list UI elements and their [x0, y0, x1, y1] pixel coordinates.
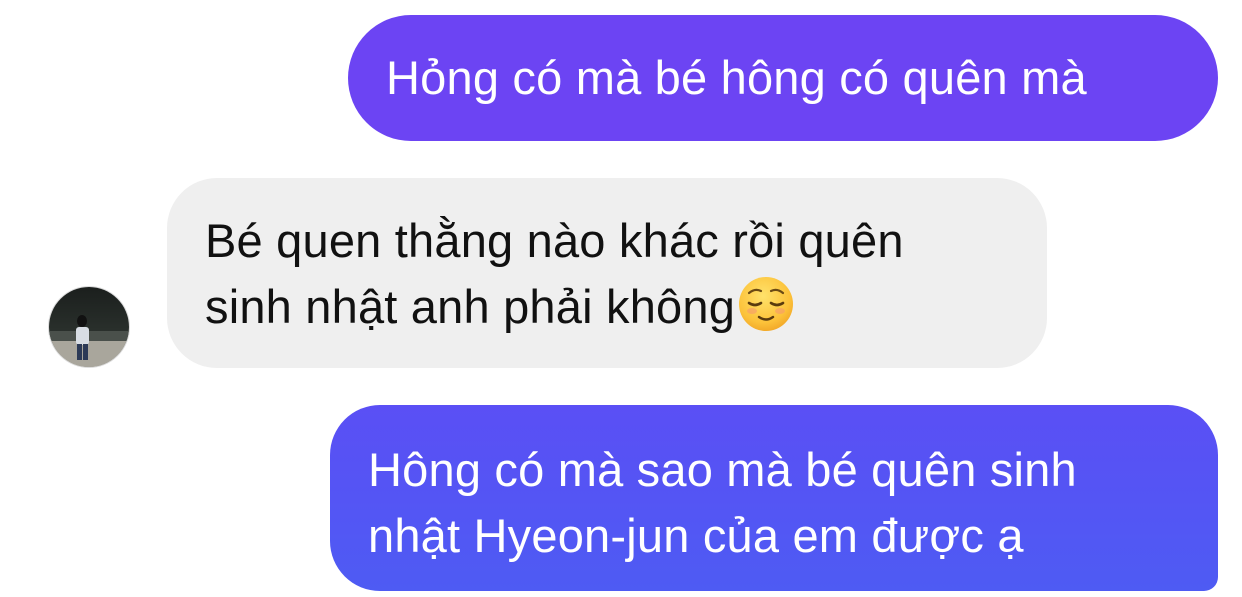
message-text-line-1: Hông có mà sao mà bé quên sinh — [368, 443, 1077, 496]
message-bubble-outgoing[interactable]: Hông có mà sao mà bé quên sinh nhật Hyeo… — [330, 405, 1218, 591]
avatar-photo — [49, 287, 129, 367]
message-text-line-2: nhật Hyeon-jun của em được ạ — [368, 509, 1024, 562]
message-text: Hỏng có mà bé hông có quên mà — [386, 51, 1087, 104]
message-bubble-incoming[interactable]: Bé quen thằng nào khác rồi quên sinh nhậ… — [167, 178, 1047, 368]
chat-thread: Hỏng có mà bé hông có quên mà Bé quen th… — [0, 0, 1242, 597]
message-bubble-outgoing[interactable]: Hỏng có mà bé hông có quên mà — [348, 15, 1218, 141]
message-text-line-2: sinh nhật anh phải không — [205, 274, 1047, 340]
avatar[interactable] — [48, 286, 130, 368]
message-text: sinh nhật anh phải không — [205, 280, 736, 333]
message-text-line-1: Bé quen thằng nào khác rồi quên — [205, 214, 904, 267]
relieved-face-emoji — [739, 277, 794, 331]
